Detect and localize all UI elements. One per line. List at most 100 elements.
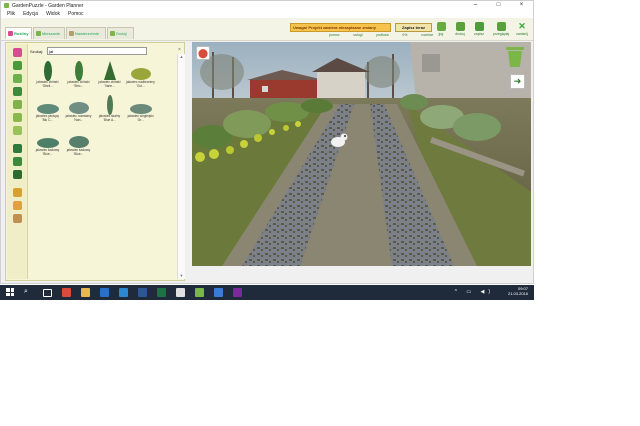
plant-item[interactable]: jałowiec wirginijski 'Gr... [126,95,155,123]
tab-surfaces[interactable]: Nawierzchnie [66,27,106,39]
link-zoom[interactable]: 0% [402,33,407,37]
save-button[interactable]: zapisz [471,21,487,39]
trash-icon[interactable] [506,47,524,67]
move-plant-icon[interactable]: ➜ [510,74,525,89]
plant-item[interactable]: jałowiec skalny 'Blue A... [95,95,124,123]
link-size[interactable]: rozmiar [421,33,433,37]
browse-icon [496,22,506,31]
link-grounds[interactable]: podłoża [376,33,388,37]
gardenpuzzle-icon[interactable] [195,288,204,297]
plant-thumbnail [99,95,121,115]
unsaved-warning: Uwaga! Projekt zawiera niezapisane zmian… [290,23,391,32]
toolbar-sublinks: pomoc usługi podłoża 0% rozmiar [329,33,433,37]
menu-help[interactable]: Pomoc [66,10,86,18]
tall-tree-category-icon[interactable] [12,170,22,179]
save-icon [474,22,484,31]
menu-view[interactable]: Widok [44,10,62,18]
photos-icon[interactable] [214,288,223,297]
clear-search-icon[interactable]: × [178,47,181,53]
shrub-category-icon[interactable] [12,61,22,70]
close-window-button[interactable]: × [510,1,533,10]
tree-category-icon[interactable] [12,74,22,83]
hedge-category-icon[interactable] [12,87,22,96]
plant-label: jałowiec nadbrzeżny 'Gol... [126,80,155,88]
plant-item[interactable]: jałowiec chiński 'Stric... [64,61,93,89]
house-icon [36,31,41,36]
maximize-button[interactable]: □ [487,1,510,10]
climber-category-icon[interactable] [12,100,22,109]
plant-item[interactable]: jałowiec rozesłany 'Nan... [64,95,93,123]
chrome-icon[interactable] [62,288,71,297]
flower-category-icon[interactable] [12,48,22,57]
search-label: Szukaj: [30,48,44,54]
fruit-tree-category-icon[interactable] [12,157,22,166]
scroll-up-icon[interactable]: ▲ [178,54,185,60]
button-label: przeglądaj [493,32,510,36]
plant-label: jałowiec chiński 'Stric... [67,80,90,88]
clock-date: 21.03.2016 [507,291,528,296]
save-now-button[interactable]: Zapisz teraz [395,23,432,32]
menu-file[interactable]: Plik [5,10,17,18]
system-tray-icons[interactable]: ^ ▭ ◀) [455,289,494,295]
app-window: GardenPuzzle - Garden Planner – □ × Plik… [0,0,534,284]
plant-library-panel: Szukaj: × jałowiec chiński 'Obeli... jało… [5,42,185,281]
plant-label: jałowiec rozesłany 'Nan... [65,114,92,122]
browse-button[interactable]: przeglądaj [493,21,509,39]
scroll-down-icon[interactable]: ▼ [178,273,185,279]
print-button[interactable]: drukuj [452,21,468,39]
outlook-icon[interactable] [100,288,109,297]
conifer-category-icon[interactable] [12,144,22,153]
button-label: drukuj [455,32,465,36]
button-label: zamknij [516,32,528,36]
link-help[interactable]: pomoc [329,33,340,37]
plant-item[interactable]: jałowiec chiński 'Obeli... [33,61,62,89]
search-input[interactable] [47,47,148,55]
minimize-button[interactable]: – [464,1,487,10]
start-button[interactable] [6,288,14,296]
taskbar-clock[interactable]: 09:07 21.03.2016 [508,286,528,296]
menu-edit[interactable]: Edycja [21,10,40,18]
search-row: Szukaj: [30,47,148,55]
category-column [7,44,28,279]
notepad-icon[interactable] [176,288,185,297]
paving-icon [69,31,74,36]
menu-bar: Plik Edycja Widok Pomoc [1,10,533,18]
tab-label: Nawierzchnie [75,31,100,36]
plant-label: jałowiec chiński 'Obeli... [36,80,59,88]
plant-label: jałowiec łuskowy 'Blue... [66,148,91,156]
tab-mixing[interactable]: Mieszanie [33,27,65,39]
app-logo-icon [4,3,9,8]
task-view-icon[interactable] [43,289,52,297]
plant-item[interactable]: jałowiec chiński 'Varie... [95,61,124,89]
bulb-category-icon[interactable] [12,126,22,135]
tab-label: Dodaj [116,31,127,36]
close-project-button[interactable]: ✕ zamknij [514,21,530,39]
export-jpg-button[interactable]: jpg [433,21,449,39]
tab-label: Mieszanie [42,31,61,36]
link-services[interactable]: usługi [353,33,362,37]
plant-item[interactable]: jałowiec łuskowy 'Blue... [64,129,93,157]
search-icon[interactable]: ⌕ [24,288,33,297]
onenote-icon[interactable] [233,288,242,297]
windows-taskbar: ⌕ ^ ▭ ◀) 09:07 21.03.2016 [0,285,534,300]
decor-category-icon[interactable] [12,201,22,210]
excel-icon[interactable] [157,288,166,297]
tab-plants[interactable]: Rośliny [5,27,32,39]
tab-add[interactable]: Dodaj [107,27,134,39]
pot-category-icon[interactable] [12,188,22,197]
zoom-tool-icon[interactable]: ⬤ [196,46,210,60]
button-label: zapisz [474,32,484,36]
plant-item[interactable]: jałowiec płożący 'Blu C... [33,95,62,123]
word-icon[interactable] [138,288,147,297]
explorer-icon[interactable] [81,288,90,297]
plant-item[interactable]: jałowiec nadbrzeżny 'Gol... [126,61,155,89]
tab-label: Rośliny [14,31,29,36]
panel-scrollbar[interactable]: ▲ ▼ [177,54,185,279]
plant-item[interactable]: jałowiec łuskowy 'Blue... [33,129,62,157]
store-icon[interactable] [119,288,128,297]
plant-thumbnail [37,61,59,81]
grass-category-icon[interactable] [12,113,22,122]
add-icon [110,31,115,36]
furniture-category-icon[interactable] [12,214,22,223]
garden-photo-canvas[interactable]: ⬤ ➜ [192,42,531,266]
